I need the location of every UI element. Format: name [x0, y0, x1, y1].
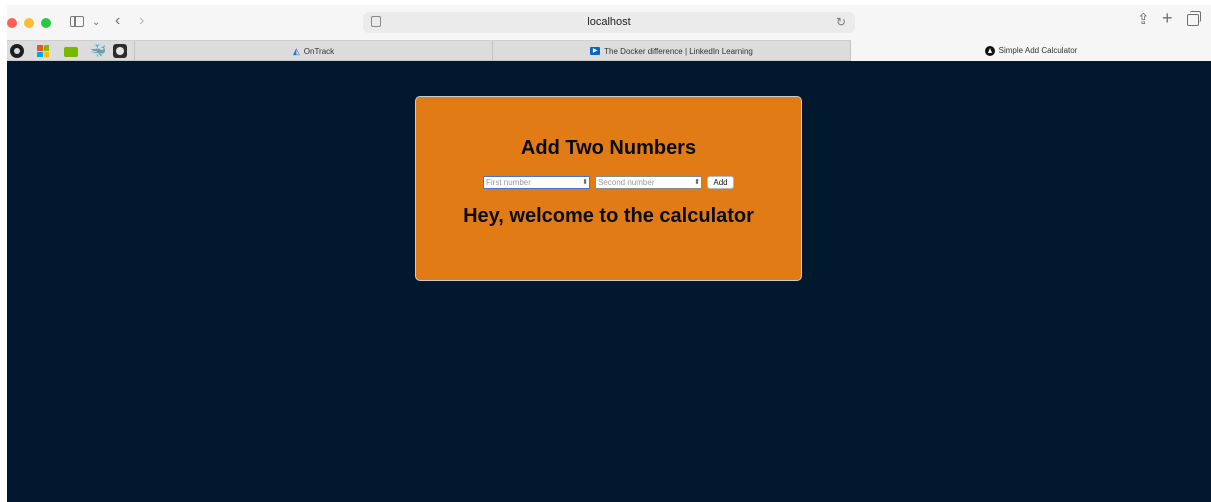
tab-ontrack[interactable]: ◭ OnTrack [135, 41, 493, 61]
tab-linkedin-learning[interactable]: ▶ The Docker difference | LinkedIn Learn… [493, 41, 851, 61]
tab-overview-icon[interactable] [1187, 11, 1201, 26]
address-text[interactable]: localhost [363, 16, 855, 28]
minimize-window-button[interactable] [24, 18, 34, 28]
github-icon[interactable] [10, 44, 24, 58]
ontrack-icon: ◭ [292, 45, 300, 56]
address-bar[interactable]: localhost ↻ [363, 12, 855, 33]
add-form: First number ⬍ Second number ⬍ Add [416, 176, 801, 189]
browser-toolbar: ⌄ ‹ › localhost ↻ ⇪ + [7, 5, 1211, 40]
tab-simple-add-calculator[interactable]: Simple Add Calculator [851, 40, 1211, 61]
reload-icon[interactable]: ↻ [836, 15, 846, 29]
stepper-icon[interactable]: ⬍ [694, 178, 700, 187]
browser-window: ⌄ ‹ › localhost ↻ ⇪ + 🐳 ◭ OnTrack ▶ The … [7, 5, 1211, 502]
zoom-window-button[interactable] [41, 18, 51, 28]
tab-bar: 🐳 ◭ OnTrack ▶ The Docker difference | Li… [7, 40, 1211, 61]
microsoft-icon[interactable] [37, 45, 49, 57]
page-title: Add Two Numbers [520, 137, 697, 159]
linkedin-learning-icon: ▶ [590, 47, 601, 55]
first-number-placeholder: First number [486, 178, 531, 187]
result-message: Hey, welcome to the calculator [463, 205, 754, 227]
share-icon[interactable]: ⇪ [1137, 12, 1150, 27]
tab-label: The Docker difference | LinkedIn Learnin… [604, 46, 753, 56]
second-number-placeholder: Second number [598, 178, 655, 187]
stepper-icon[interactable]: ⬍ [582, 178, 588, 187]
chevron-down-icon[interactable]: ⌄ [92, 16, 100, 30]
forward-icon[interactable]: › [139, 13, 144, 29]
app-favicon-icon [984, 45, 995, 56]
tab-label: Simple Add Calculator [998, 46, 1078, 55]
close-window-button[interactable] [7, 18, 17, 28]
second-number-input[interactable]: Second number ⬍ [595, 176, 702, 189]
tab-label: OnTrack [303, 46, 335, 56]
calculator-card: Add Two Numbers First number ⬍ Second nu… [415, 96, 802, 281]
github-alt-icon[interactable] [113, 44, 127, 58]
sidebar-toggle-icon[interactable] [70, 16, 84, 27]
new-tab-icon[interactable]: + [1162, 9, 1173, 27]
first-number-input[interactable]: First number ⬍ [483, 176, 590, 189]
docker-icon[interactable]: 🐳 [90, 44, 106, 58]
nvidia-icon[interactable] [64, 47, 78, 57]
add-button[interactable]: Add [707, 176, 734, 189]
page-viewport: Add Two Numbers First number ⬍ Second nu… [7, 61, 1211, 502]
back-icon[interactable]: ‹ [115, 13, 120, 29]
